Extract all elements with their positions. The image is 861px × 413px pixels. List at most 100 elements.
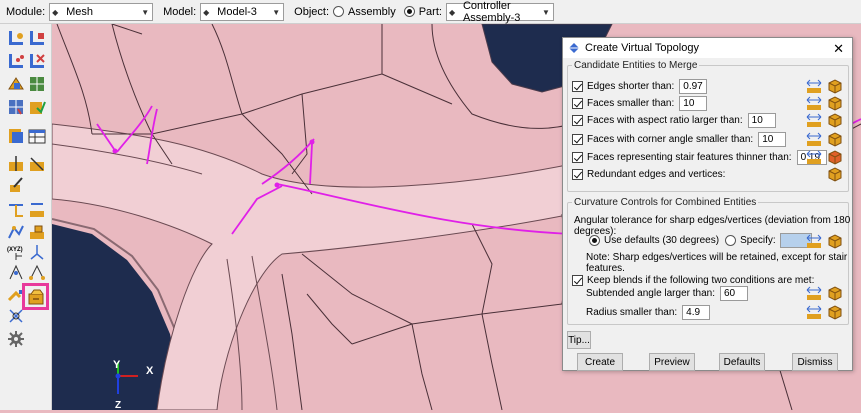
subtended-input[interactable]: 60	[720, 285, 748, 301]
candidate-input[interactable]: 10	[679, 95, 708, 111]
measure-arrow-icon[interactable]	[806, 233, 822, 249]
seed-part-icon[interactable]	[6, 28, 26, 48]
chevron-down-icon: ▼	[542, 7, 550, 17]
candidate-input[interactable]: 10	[747, 112, 776, 128]
assembly-radio[interactable]	[333, 6, 345, 17]
delete-seeds-icon[interactable]	[27, 28, 47, 48]
use-defaults-radio[interactable]	[589, 234, 600, 246]
cube-highlight-icon[interactable]	[827, 166, 843, 182]
edit-mesh-icon[interactable]	[27, 222, 47, 242]
candidate-checkbox[interactable]	[572, 97, 583, 109]
create-button[interactable]: Create	[577, 353, 623, 371]
cube-highlight-icon[interactable]	[827, 149, 843, 165]
region-table-icon[interactable]	[27, 126, 47, 146]
candidate-checkbox[interactable]	[572, 168, 583, 180]
partition-face-icon[interactable]	[6, 154, 26, 174]
candidate-label[interactable]: Faces representing stair features thinne…	[587, 152, 792, 163]
use-defaults-label[interactable]: Use defaults (30 degrees)	[604, 235, 719, 246]
mesh-controls-icon[interactable]	[6, 74, 26, 94]
cube-highlight-icon[interactable]	[827, 112, 843, 128]
delete-edge-seeds-icon[interactable]	[27, 51, 47, 71]
chevron-down-icon: ▼	[141, 7, 150, 17]
datum-point-icon[interactable]	[6, 262, 26, 282]
element-type-icon[interactable]	[27, 74, 47, 94]
cube-highlight-icon[interactable]	[827, 78, 843, 94]
subtended-row: Subtended angle larger than: 60	[586, 285, 748, 301]
candidate-row[interactable]: Edges shorter than: 0.97	[572, 78, 708, 94]
tip-button[interactable]: Tip...	[567, 331, 591, 349]
cube-highlight-icon[interactable]	[827, 131, 843, 147]
create-boundary-icon[interactable]	[6, 222, 26, 242]
cube-highlight-icon[interactable]	[827, 285, 843, 301]
mesh-part-icon[interactable]	[27, 97, 47, 117]
candidate-row[interactable]: Faces with corner angle smaller than: 10	[572, 131, 787, 147]
partition-cell-icon[interactable]	[27, 154, 47, 174]
merge-edges-icon[interactable]	[27, 200, 47, 220]
triad-x-label: X	[146, 365, 154, 377]
candidate-input[interactable]: 0.97	[679, 78, 708, 94]
datum-axis-icon[interactable]	[27, 242, 47, 262]
keep-blends-checkbox[interactable]	[572, 274, 583, 286]
create-virtual-topology-dialog: Create Virtual Topology ✕ Candidate Enti…	[562, 37, 853, 371]
candidate-row[interactable]: Redundant edges and vertices:	[572, 166, 725, 182]
candidate-row[interactable]: Faces representing stair features thinne…	[572, 149, 827, 165]
specify-label[interactable]: Specify:	[740, 235, 776, 246]
cube-highlight-icon[interactable]	[827, 233, 843, 249]
use-defaults-row[interactable]: Use defaults (30 degrees) Specify:	[589, 232, 812, 248]
module-combo[interactable]: ◆ Mesh ▼	[49, 2, 154, 21]
app-icon	[569, 43, 579, 53]
curvature-legend: Curvature Controls for Combined Entities	[574, 197, 757, 208]
combo-spin-icon: ◆	[448, 7, 456, 17]
candidate-checkbox[interactable]	[572, 80, 583, 92]
mesh-toolbox: (XYZ)	[0, 24, 52, 410]
keep-blends-label[interactable]: Keep blends if the following two conditi…	[587, 275, 814, 286]
candidate-checkbox[interactable]	[572, 151, 583, 163]
assembly-radio-label[interactable]: Assembly	[348, 6, 396, 18]
measure-arrow-icon[interactable]	[806, 78, 822, 94]
subtended-label: Subtended angle larger than:	[586, 287, 715, 299]
svg-text:(XYZ): (XYZ)	[7, 247, 23, 253]
candidate-label[interactable]: Faces smaller than:	[587, 98, 674, 109]
candidate-row[interactable]: Faces smaller than: 10	[572, 95, 708, 111]
candidate-label[interactable]: Faces with corner angle smaller than:	[587, 134, 753, 145]
module-label: Module:	[6, 5, 46, 18]
part-combo[interactable]: ◆ Controller Assembly-3 ▼	[445, 0, 554, 24]
part-radio-label[interactable]: Part:	[419, 6, 442, 18]
preview-button[interactable]: Preview	[649, 353, 695, 371]
verify-mesh-icon[interactable]	[6, 97, 26, 117]
candidate-label[interactable]: Edges shorter than:	[587, 81, 674, 92]
model-label: Model:	[163, 5, 197, 18]
cube-highlight-icon[interactable]	[827, 95, 843, 111]
candidates-legend: Candidate Entities to Merge	[574, 60, 698, 71]
radius-input[interactable]: 4.9	[682, 304, 711, 320]
measure-arrow-icon[interactable]	[806, 304, 822, 320]
dismiss-button[interactable]: Dismiss	[792, 353, 838, 371]
close-icon[interactable]: ✕	[833, 41, 844, 57]
create-datum-icon[interactable]: (XYZ)	[6, 242, 26, 262]
measure-arrow-icon[interactable]	[806, 149, 822, 165]
cube-highlight-icon[interactable]	[827, 304, 843, 320]
measure-arrow-icon[interactable]	[806, 285, 822, 301]
candidate-input[interactable]: 10	[758, 131, 787, 147]
triad-y-label: Y	[113, 359, 121, 371]
measure-arrow-icon[interactable]	[806, 95, 822, 111]
specify-radio[interactable]	[725, 234, 737, 246]
seed-edges-icon[interactable]	[6, 51, 26, 71]
candidate-label[interactable]: Faces with aspect ratio larger than:	[587, 115, 743, 126]
candidate-label[interactable]: Redundant edges and vertices:	[587, 169, 725, 180]
dialog-titlebar[interactable]: Create Virtual Topology ✕	[563, 38, 852, 58]
part-radio[interactable]	[403, 6, 415, 17]
assign-stack-icon[interactable]	[6, 126, 26, 146]
datum-plane-icon[interactable]	[27, 262, 47, 282]
query-tool-icon[interactable]	[6, 329, 26, 349]
split-edge-icon[interactable]	[6, 200, 26, 220]
model-combo[interactable]: ◆ Model-3 ▼	[200, 2, 285, 21]
radius-row: Radius smaller than: 4.9	[586, 304, 711, 320]
measure-arrow-icon[interactable]	[806, 112, 822, 128]
candidate-checkbox[interactable]	[572, 133, 583, 145]
candidate-row[interactable]: Faces with aspect ratio larger than: 10	[572, 112, 776, 128]
candidate-checkbox[interactable]	[572, 114, 583, 126]
measure-arrow-icon[interactable]	[806, 131, 822, 147]
edit-geometry-icon[interactable]	[6, 175, 26, 195]
defaults-button[interactable]: Defaults	[719, 353, 765, 371]
